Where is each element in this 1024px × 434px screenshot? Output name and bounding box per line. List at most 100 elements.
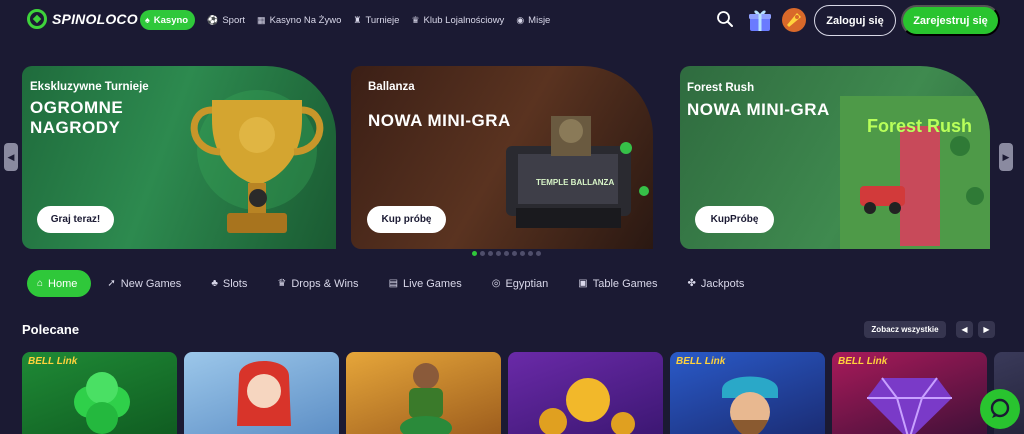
tab-label: Table Games xyxy=(592,277,658,290)
carousel-dot[interactable] xyxy=(512,251,517,256)
tab-label: New Games xyxy=(120,277,182,290)
brand-name: SPINOLOCO xyxy=(52,11,138,27)
carousel-dot[interactable] xyxy=(536,251,541,256)
category-tabs: ⌂ Home ➚ New Games ♣ Slots ♛ Drops & Win… xyxy=(27,270,774,297)
carousel-dot[interactable] xyxy=(488,251,493,256)
trophy-illustration xyxy=(190,90,324,233)
genie-art xyxy=(722,376,778,434)
rocket-icon: ➚ xyxy=(107,278,116,289)
tab-label: Live Games xyxy=(403,277,462,290)
cards-icon: ▤ xyxy=(388,278,399,289)
chevron-right-icon: ▶ xyxy=(1002,151,1010,162)
chevron-right-icon: ▶ xyxy=(983,325,990,334)
section-prev-button[interactable]: ◀ xyxy=(956,321,973,338)
sport-icon: ⚽ xyxy=(207,14,219,25)
try-button[interactable]: KupPróbę xyxy=(695,206,774,233)
nav-item-loyalty[interactable]: ♛ Klub Lojalnościowy xyxy=(411,10,504,30)
diamond-art xyxy=(867,377,952,434)
section-title: Polecane xyxy=(22,322,80,337)
chat-button[interactable] xyxy=(980,389,1020,429)
banner-forest-rush[interactable]: Forest Rush Forest Rush NOWA MINI-GRA Ku… xyxy=(680,66,990,249)
clover-art xyxy=(74,372,130,434)
carousel-dot[interactable] xyxy=(528,251,533,256)
banner-eyebrow: Ballanza xyxy=(368,81,415,93)
clover-icon: ✤ xyxy=(687,278,696,289)
login-button[interactable]: Zaloguj się xyxy=(814,5,896,36)
nav-item-tournaments[interactable]: ♜ Turnieje xyxy=(353,10,399,30)
tab-label: Slots xyxy=(222,277,248,290)
tab-label: Egyptian xyxy=(505,277,549,290)
carousel-next-button[interactable]: ▶ xyxy=(999,143,1013,171)
tab-egyptian[interactable]: ◎ Egyptian xyxy=(492,270,549,297)
nav-label: Sport xyxy=(222,14,246,26)
carousel-dot[interactable] xyxy=(480,251,485,256)
play-now-button[interactable]: Graj teraz! xyxy=(37,206,114,233)
tab-slots[interactable]: ♣ Slots xyxy=(211,270,247,297)
character-art xyxy=(237,361,291,426)
tab-table-games[interactable]: ▣ Table Games xyxy=(578,270,657,297)
carousel-dot[interactable] xyxy=(504,251,509,256)
chevron-left-icon: ◀ xyxy=(7,151,15,162)
carousel-dot[interactable] xyxy=(472,251,477,256)
game-tiles: BELL Link BELL Link BELL Link xyxy=(22,352,1024,434)
tab-label: Home xyxy=(48,277,78,290)
cherries-icon: ♣ xyxy=(211,278,218,289)
casino-icon: ♠ xyxy=(145,15,150,25)
nav-label: Turnieje xyxy=(365,14,400,26)
nav-label: Misje xyxy=(528,14,551,26)
chevron-left-icon: ◀ xyxy=(961,325,968,334)
banner-eyebrow: Ekskluzywne Turnieje xyxy=(30,81,149,93)
nav-item-missions[interactable]: ◉ Misje xyxy=(516,10,550,30)
temple-illustration xyxy=(506,116,649,228)
search-icon[interactable] xyxy=(716,10,734,28)
game-badge: BELL Link xyxy=(838,356,888,367)
game-tile[interactable]: BELL Link xyxy=(670,352,825,434)
game-tile[interactable] xyxy=(508,352,663,434)
nav-label: Kasyno Na Żywo xyxy=(269,14,342,26)
forest-rush-logo: Forest Rush xyxy=(867,116,973,136)
nav-item-kasyno[interactable]: ♠ Kasyno xyxy=(140,10,196,30)
eye-icon: ◎ xyxy=(491,278,501,289)
banner-title: NOWA MINI-GRA xyxy=(368,111,511,130)
game-tile[interactable] xyxy=(346,352,501,434)
table-icon: ▣ xyxy=(578,278,588,289)
banner-tournaments[interactable]: Ekskluzywne Turnieje OGROMNE NAGRODY Gra… xyxy=(22,66,336,249)
coins-art xyxy=(539,378,635,434)
register-button[interactable]: Zarejestruj się xyxy=(901,5,1000,36)
carousel-dot[interactable] xyxy=(520,251,525,256)
nav-item-sport[interactable]: ⚽ Sport xyxy=(207,10,245,30)
banner-title: OGROMNE NAGRODY xyxy=(30,98,124,137)
tab-home[interactable]: ⌂ Home xyxy=(27,270,92,297)
carousel-prev-button[interactable]: ◀ xyxy=(4,143,18,171)
tab-live-games[interactable]: ▤ Live Games xyxy=(389,270,462,297)
missions-icon: ◉ xyxy=(516,14,525,25)
section-next-button[interactable]: ▶ xyxy=(978,321,995,338)
game-tile[interactable]: BELL Link xyxy=(832,352,987,434)
see-all-button[interactable]: Zobacz wszystkie xyxy=(864,321,946,338)
tab-new-games[interactable]: ➚ New Games xyxy=(107,270,181,297)
carousel-dots xyxy=(472,251,541,256)
banner-title: NOWA MINI-GRA xyxy=(687,100,830,119)
nav-item-live-casino[interactable]: ▦ Kasyno Na Żywo xyxy=(257,10,341,30)
gift-icon[interactable] xyxy=(746,6,774,34)
try-button[interactable]: Kup próbę xyxy=(367,206,446,233)
temple-ballanza-logo: TEMPLE BALLANZA xyxy=(536,178,615,187)
banner-eyebrow: Forest Rush xyxy=(687,82,755,94)
tab-drops-wins[interactable]: ♛ Drops & Wins xyxy=(277,270,358,297)
live-casino-icon: ▦ xyxy=(257,14,266,25)
tournament-icon: ♜ xyxy=(353,14,362,25)
top-header: SPINOLOCO ♠ Kasyno ⚽ Sport ▦ Kasyno Na Ż… xyxy=(0,0,1024,40)
main-nav: ♠ Kasyno ⚽ Sport ▦ Kasyno Na Żywo ♜ Turn… xyxy=(140,10,562,30)
game-tile[interactable]: BELL Link xyxy=(22,352,177,434)
promo-rocket-icon[interactable] xyxy=(780,6,808,34)
game-tile[interactable] xyxy=(184,352,339,434)
banner-ballanza[interactable]: TEMPLE BALLANZA Ballanza NOWA MINI-GRA K… xyxy=(351,66,653,249)
logo-icon xyxy=(27,9,47,29)
crown-icon: ♛ xyxy=(411,14,420,25)
logo[interactable]: SPINOLOCO xyxy=(27,9,138,29)
game-badge: BELL Link xyxy=(28,356,78,367)
tab-label: Drops & Wins xyxy=(291,277,359,290)
tab-jackpots[interactable]: ✤ Jackpots xyxy=(688,270,745,297)
tab-label: Jackpots xyxy=(700,277,745,290)
carousel-dot[interactable] xyxy=(496,251,501,256)
